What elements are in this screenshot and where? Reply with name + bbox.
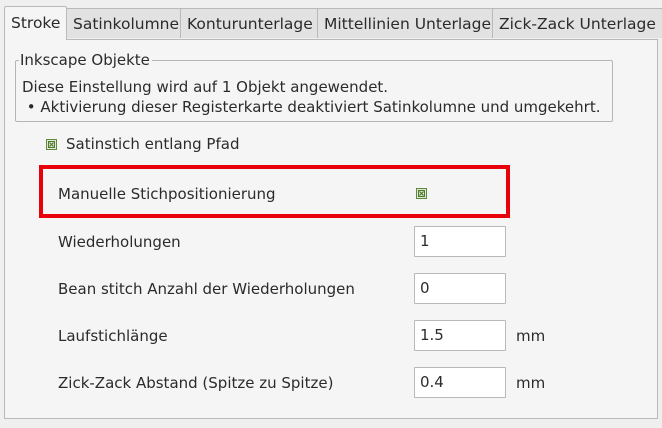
running-stitch-length-input[interactable]: 1.5 — [414, 320, 506, 351]
repeats-input[interactable]: 1 — [414, 226, 506, 257]
tab-mittellinien-unterlage[interactable]: Mittellinien Unterlage — [317, 8, 499, 38]
zigzag-spacing-unit: mm — [516, 374, 546, 392]
tab-konturunterlage[interactable]: Konturunterlage — [180, 8, 320, 38]
group-hint-line: • Aktivierung dieser Registerkarte deakt… — [22, 98, 601, 116]
satin-along-path-label: Satinstich entlang Pfad — [66, 135, 240, 153]
zigzag-spacing-label: Zick-Zack Abstand (Spitze zu Spitze) — [58, 374, 334, 392]
bean-stitch-label: Bean stitch Anzahl der Wiederholungen — [58, 280, 355, 298]
repeats-label: Wiederholungen — [58, 233, 181, 251]
checkmark-icon — [48, 141, 55, 148]
zigzag-spacing-input[interactable]: 0.4 — [414, 367, 506, 398]
tab-bar: Stroke Satinkolumne Konturunterlage Mitt… — [4, 6, 662, 40]
tab-zick-zack-unterlage[interactable]: Zick-Zack Unterlage — [492, 8, 662, 38]
stroke-panel: Inkscape Objekte Diese Einstellung wird … — [4, 39, 658, 419]
group-title: Inkscape Objekte — [19, 51, 152, 69]
inkscape-objects-group: Inkscape Objekte Diese Einstellung wird … — [15, 51, 613, 122]
bean-stitch-input[interactable]: 0 — [414, 273, 506, 304]
highlight-box — [39, 165, 510, 218]
running-stitch-length-label: Laufstichlänge — [58, 327, 168, 345]
satin-along-path-checkbox[interactable] — [46, 139, 57, 150]
tab-stroke[interactable]: Stroke — [4, 6, 68, 40]
group-info-line: Diese Einstellung wird auf 1 Objekt ange… — [22, 78, 389, 96]
tab-satinkolumne[interactable]: Satinkolumne — [66, 8, 187, 38]
running-stitch-length-unit: mm — [516, 327, 546, 345]
